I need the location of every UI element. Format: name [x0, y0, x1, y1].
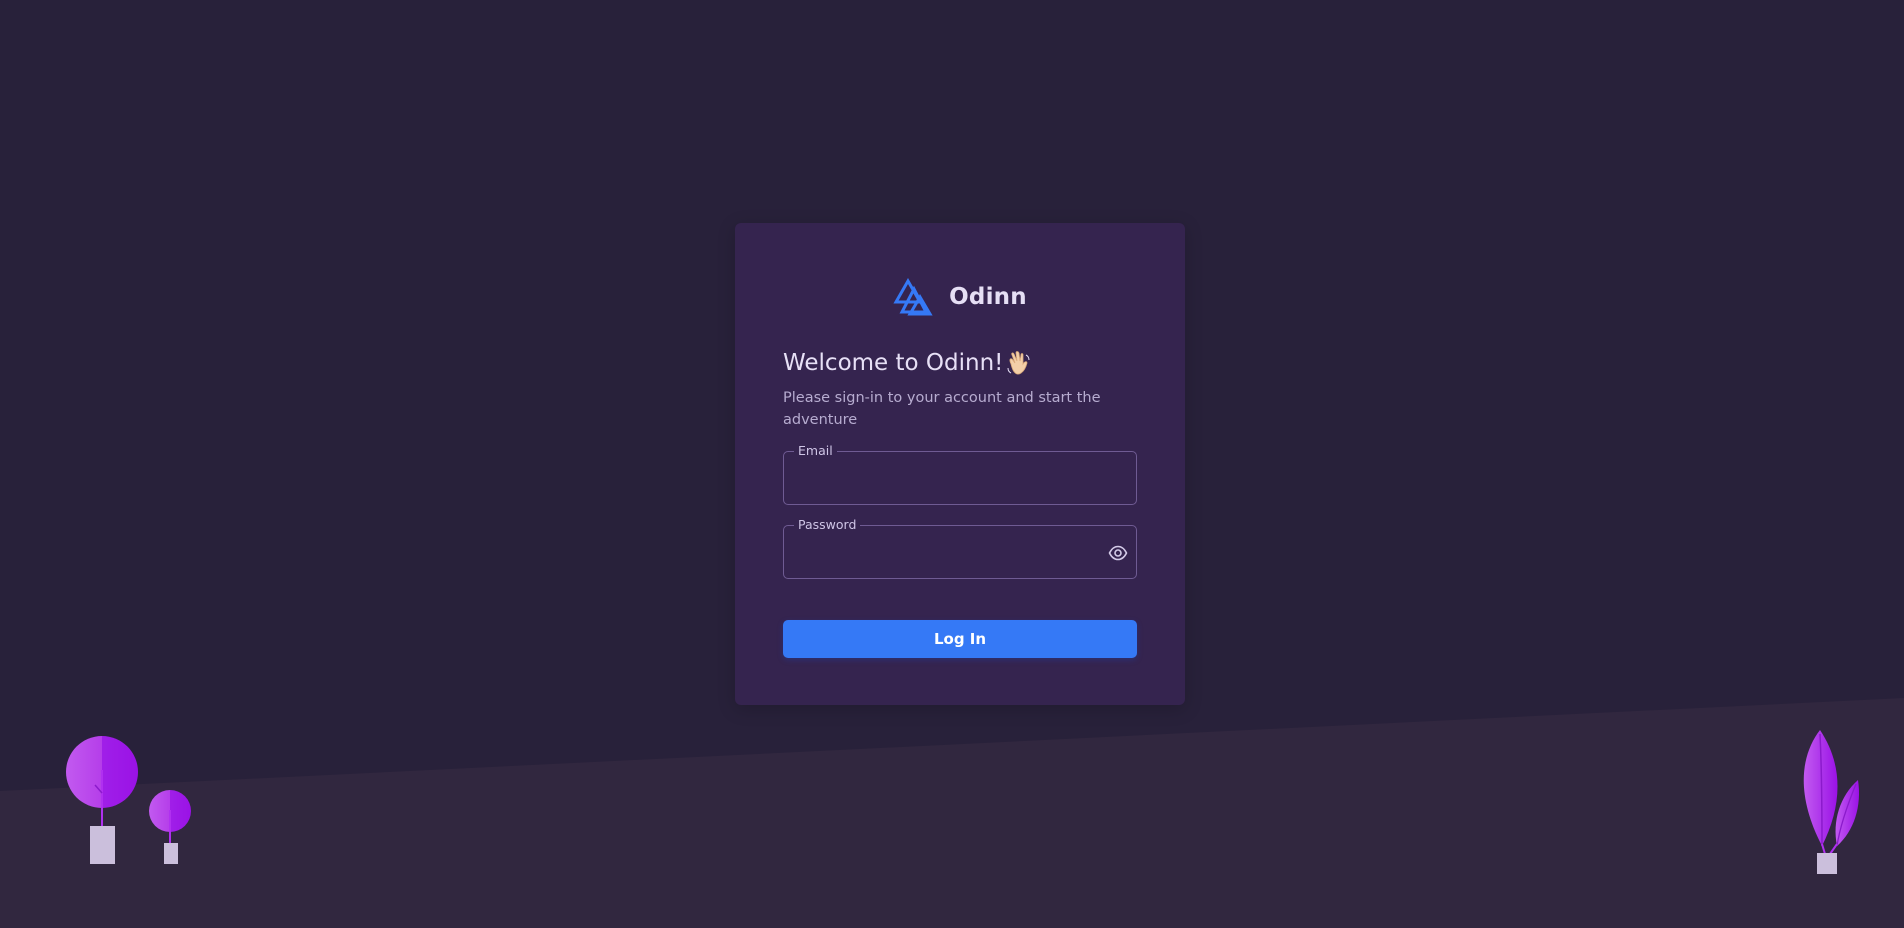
round-tree-plant-illustration [66, 736, 191, 864]
login-card: Odinn Welcome to Odinn! Please sign-in t… [735, 223, 1185, 705]
login-subtitle: Please sign-in to your account and start… [783, 390, 1101, 428]
login-page: Odinn Welcome to Odinn! Please sign-in t… [0, 0, 1904, 928]
welcome-heading: Welcome to Odinn! [783, 349, 1032, 377]
brand-header: Odinn [735, 278, 1185, 316]
leaf-plant-illustration [1803, 730, 1860, 874]
password-input[interactable] [784, 526, 1136, 578]
brand-name: Odinn [949, 284, 1027, 310]
welcome-title: Welcome to Odinn! [783, 350, 1004, 376]
email-input[interactable] [784, 452, 1136, 504]
waving-hand-icon [1007, 351, 1030, 375]
password-field[interactable]: Password [783, 518, 1137, 579]
valknut-triangle-icon [893, 278, 933, 316]
email-field[interactable]: Email [783, 444, 1137, 505]
eye-icon[interactable] [1108, 543, 1128, 563]
login-button[interactable]: Log In [783, 620, 1137, 658]
